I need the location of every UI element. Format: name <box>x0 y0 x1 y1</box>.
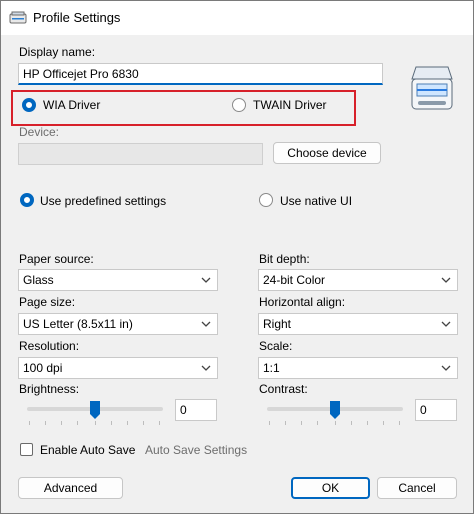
use-native-ui-radio[interactable] <box>259 193 273 207</box>
brightness-slider[interactable] <box>27 399 163 425</box>
brightness-label: Brightness: <box>19 382 80 396</box>
horizontal-align-label: Horizontal align: <box>259 295 346 309</box>
use-predefined-settings-label[interactable]: Use predefined settings <box>40 194 166 208</box>
slider-tick <box>335 421 336 425</box>
chevron-down-icon <box>441 277 451 283</box>
contrast-value-input[interactable]: 0 <box>415 399 457 421</box>
slider-tick <box>367 421 368 425</box>
bit-depth-select[interactable]: 24-bit Color <box>258 269 458 291</box>
brightness-value-input[interactable]: 0 <box>175 399 217 421</box>
slider-tick <box>77 421 78 425</box>
bit-depth-value: 24-bit Color <box>263 273 326 287</box>
slider-tick <box>29 421 30 425</box>
cancel-button[interactable]: Cancel <box>377 477 457 499</box>
horizontal-align-select[interactable]: Right <box>258 313 458 335</box>
ok-button[interactable]: OK <box>291 477 370 499</box>
slider-tick <box>383 421 384 425</box>
slider-tick <box>143 421 144 425</box>
chevron-down-icon <box>441 321 451 327</box>
use-native-ui-label[interactable]: Use native UI <box>280 194 352 208</box>
slider-tick <box>45 421 46 425</box>
resolution-label: Resolution: <box>19 339 80 353</box>
enable-auto-save-checkbox[interactable] <box>20 443 33 456</box>
resolution-select[interactable]: 100 dpi <box>18 357 218 379</box>
wia-driver-radio[interactable] <box>22 98 36 112</box>
chevron-down-icon <box>201 321 211 327</box>
enable-auto-save-label[interactable]: Enable Auto Save <box>40 443 135 457</box>
slider-tick <box>127 421 128 425</box>
scale-select[interactable]: 1:1 <box>258 357 458 379</box>
auto-save-settings-link[interactable]: Auto Save Settings <box>145 443 247 457</box>
chevron-down-icon <box>441 365 451 371</box>
paper-source-select[interactable]: Glass <box>18 269 218 291</box>
slider-tick <box>159 421 160 425</box>
horizontal-align-value: Right <box>263 317 292 331</box>
slider-tick <box>285 421 286 425</box>
resolution-value: 100 dpi <box>23 361 63 375</box>
choose-device-button[interactable]: Choose device <box>273 142 381 164</box>
scale-value: 1:1 <box>263 361 280 375</box>
device-field <box>18 143 263 165</box>
use-predefined-settings-radio[interactable] <box>20 193 34 207</box>
slider-tick <box>269 421 270 425</box>
contrast-slider[interactable] <box>267 399 403 425</box>
paper-source-value: Glass <box>23 273 54 287</box>
twain-driver-radio[interactable] <box>232 98 246 112</box>
chevron-down-icon <box>201 277 211 283</box>
title-bar: Profile Settings <box>1 1 473 35</box>
wia-driver-label[interactable]: WIA Driver <box>43 98 100 112</box>
scanner-app-icon <box>9 11 27 24</box>
display-name-label: Display name: <box>19 45 96 59</box>
page-size-label: Page size: <box>19 295 76 309</box>
page-size-value: US Letter (8.5x11 in) <box>23 317 133 331</box>
window-title: Profile Settings <box>33 10 121 25</box>
slider-tick <box>351 421 352 425</box>
scale-label: Scale: <box>259 339 293 353</box>
slider-tick <box>399 421 400 425</box>
slider-tick <box>95 421 96 425</box>
slider-tick <box>61 421 62 425</box>
slider-tick <box>111 421 112 425</box>
page-size-select[interactable]: US Letter (8.5x11 in) <box>18 313 218 335</box>
advanced-button[interactable]: Advanced <box>18 477 123 499</box>
display-name-input[interactable]: HP Officejet Pro 6830 <box>18 63 383 85</box>
contrast-label: Contrast: <box>259 382 308 396</box>
chevron-down-icon <box>201 365 211 371</box>
bit-depth-label: Bit depth: <box>259 252 310 266</box>
slider-thumb-icon[interactable] <box>89 400 101 420</box>
slider-tick <box>317 421 318 425</box>
device-label: Device: <box>19 125 60 139</box>
slider-thumb-icon[interactable] <box>329 400 341 420</box>
paper-source-label: Paper source: <box>19 252 94 266</box>
twain-driver-label[interactable]: TWAIN Driver <box>253 98 327 112</box>
slider-tick <box>301 421 302 425</box>
scanner-icon <box>411 66 453 110</box>
profile-settings-window: Profile Settings Display name: HP Office… <box>0 0 474 514</box>
